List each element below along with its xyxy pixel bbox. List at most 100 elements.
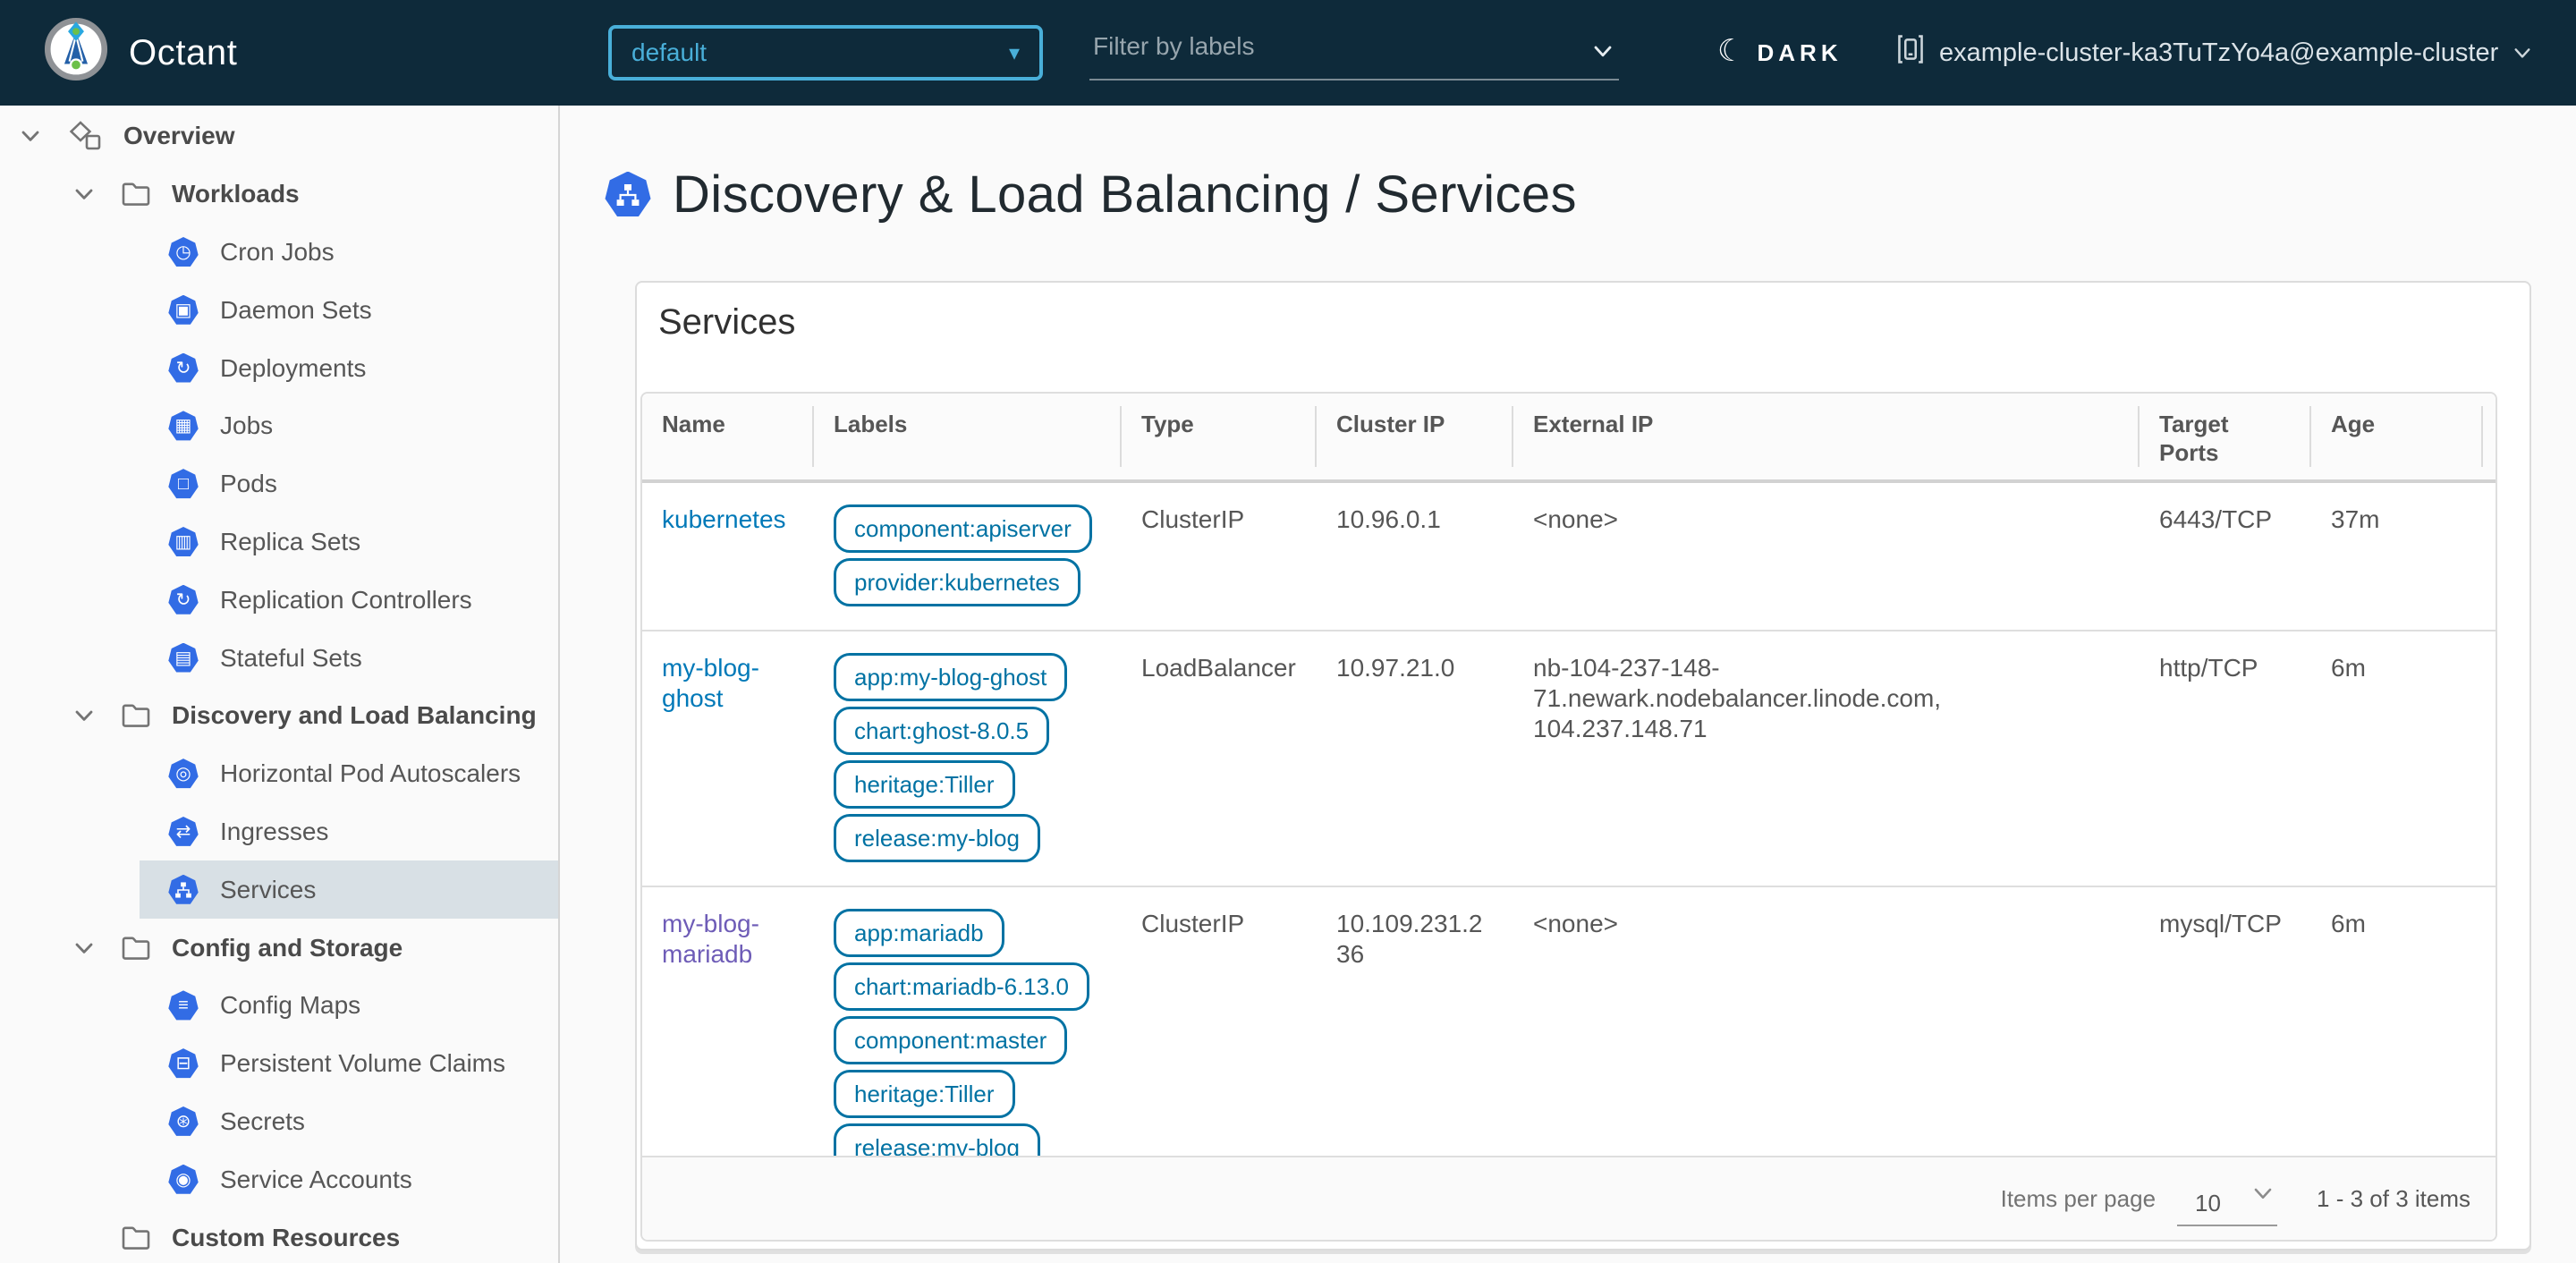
page-title: Discovery & Load Balancing / Services [673,165,1577,224]
sidebar-item-cron-jobs[interactable]: ◷ Cron Jobs [0,224,558,282]
app-title: Octant [129,32,238,72]
sidebar-item-service-accounts[interactable]: ◉ Service Accounts [0,1150,558,1208]
sidebar-item-label: Daemon Sets [220,295,372,324]
sidebar-item-ingresses[interactable]: ⇄ Ingresses [0,803,558,861]
sidebar-item-replication-controllers[interactable]: ↻ Replication Controllers [0,571,558,629]
service-name-link[interactable]: my-blog-ghost [662,654,759,712]
name-cell: kubernetes [642,483,814,630]
sidebar-item-overview[interactable]: Overview [0,107,558,165]
label-pill[interactable]: heritage:Tiller [834,1070,1015,1118]
chevron-down-icon [2252,1182,2274,1210]
sidebar-item-label: Ingresses [220,817,329,845]
sidebar-item-label: Config Maps [220,991,361,1020]
sidebar-item-workloads[interactable]: Workloads [0,165,558,224]
dark-mode-toggle[interactable]: ☾ DARK [1717,0,1843,106]
secrets-icon: ⊛ [168,1106,199,1137]
chevron-down-icon[interactable] [1590,38,1615,71]
chevron-down-icon[interactable] [72,937,97,959]
label-pill[interactable]: chart:mariadb-6.13.0 [834,962,1089,1011]
jobs-icon: ▦ [168,411,199,441]
sidebar-item-services[interactable]: Services [0,860,558,920]
sidebar-item-config-maps[interactable]: ≡ Config Maps [0,977,558,1035]
labels-cell: component:apiserver provider:kubernetes [814,483,1122,630]
chevron-down-icon[interactable] [72,183,97,205]
column-header-age: Age [2311,394,2483,479]
sidebar-item-discovery-and-load-balancing[interactable]: Discovery and Load Balancing [0,687,558,745]
chevron-down-icon [2512,37,2532,70]
sidebar-item-jobs[interactable]: ▦ Jobs [0,397,558,455]
sidebar-item-daemon-sets[interactable]: ▣ Daemon Sets [0,281,558,339]
external-ip-cell: nb-104-237-148-71.newark.nodebalancer.li… [1533,654,1942,742]
type-cell: ClusterIP [1141,910,1245,937]
cluster-context-selector[interactable]: example-cluster-ka3TuTzYo4a@example-clus… [1896,0,2532,106]
labels-cell: app:my-blog-ghost chart:ghost-8.0.5 herita… [814,632,1122,886]
items-per-page-select[interactable]: 10 [2177,1182,2278,1226]
cluster-ip-cell: 10.109.231.236 [1336,910,1483,968]
caret-down-icon: ▾ [1008,40,1020,65]
service-accounts-icon: ◉ [168,1164,199,1195]
labels-cell: app:mariadb chart:mariadb-6.13.0 component… [814,887,1122,1195]
folder-icon [122,936,150,961]
cluster-ip-cell: 10.97.21.0 [1336,654,1455,682]
deployments-icon: ↻ [168,352,199,384]
sidebar-item-label: Replication Controllers [220,585,472,614]
chevron-down-icon[interactable] [18,125,43,147]
column-header-cluster-ip: Cluster IP [1317,394,1513,479]
sidebar-item-horizontal-pod-autoscalers[interactable]: ◎ Horizontal Pod Autoscalers [0,745,558,803]
chevron-down-icon[interactable] [72,705,97,726]
label-pill[interactable]: app:my-blog-ghost [834,653,1068,701]
service-name-link[interactable]: my-blog-mariadb [662,910,759,968]
namespace-value: default [631,38,708,66]
label-pill[interactable]: provider:kubernetes [834,558,1080,606]
sidebar-item-config-and-storage[interactable]: Config and Storage [0,919,558,977]
target-ports-cell: mysql/TCP [2159,910,2282,937]
services-table: Name Labels Type Cluster IP External IP Targe… [640,392,2497,1242]
label-filter-input[interactable] [1089,21,1576,61]
sidebar-item-persistent-volume-claims[interactable]: ⊟ Persistent Volume Claims [0,1035,558,1093]
persistent-volume-claims-icon: ⊟ [168,1048,199,1079]
sidebar-item-stateful-sets[interactable]: ▤ Stateful Sets [0,629,558,687]
target-ports-cell: 6443/TCP [2159,505,2273,533]
external-ip-cell: <none> [1533,910,1618,937]
label-pill[interactable]: app:mariadb [834,909,1004,957]
column-header-filler [2483,394,2521,479]
config-maps-icon: ≡ [168,990,199,1021]
stateful-sets-icon: ▤ [168,642,199,674]
cron-jobs-icon: ◷ [168,236,199,267]
target-ports-cell: http/TCP [2159,654,2258,682]
sidebar-item-replica-sets[interactable]: ▥ Replica Sets [0,513,558,572]
sidebar-item-custom-resources[interactable]: Custom Resources [0,1208,558,1263]
age-cell: 37m [2331,505,2380,533]
sidebar-item-label: Pods [220,470,277,498]
sidebar-item-deployments[interactable]: ↻ Deployments [0,339,558,397]
label-pill[interactable]: component:apiserver [834,504,1092,553]
sidebar-item-label: Custom Resources [172,1223,401,1251]
filler-cell [2483,483,2521,630]
name-cell: my-blog-mariadb [642,887,814,1195]
sidebar-item-label: Persistent Volume Claims [220,1049,506,1078]
label-pill[interactable]: chart:ghost-8.0.5 [834,707,1050,755]
type-cell: ClusterIP [1141,505,1245,533]
sidebar-item-pods[interactable]: □ Pods [0,455,558,513]
table-footer: Items per page 10 1 - 3 of 3 items [642,1156,2496,1240]
sidebar-item-label: Cron Jobs [220,237,335,266]
service-name-link[interactable]: kubernetes [662,505,786,533]
sidebar-item-label: Replica Sets [220,527,361,555]
namespace-dropdown[interactable]: default ▾ [608,25,1043,81]
services-icon [605,171,651,216]
context-label: example-cluster-ka3TuTzYo4a@example-clus… [1939,38,2499,67]
card-title: Services [658,302,796,342]
column-header-labels: Labels [814,394,1122,479]
table-row: kubernetes component:apiserver provider:ku… [642,483,2496,630]
label-pill[interactable]: release:my-blog [834,814,1040,862]
label-pill[interactable]: component:master [834,1016,1068,1064]
sidebar-item-label: Jobs [220,411,274,440]
brand[interactable]: Octant [43,0,237,106]
services-card: Services Name Labels Type Cluster IP Externa… [635,281,2531,1250]
label-pill[interactable]: heritage:Tiller [834,760,1015,809]
folder-icon [122,1225,150,1250]
pagination-range: 1 - 3 of 3 items [2317,1184,2470,1212]
sidebar-item-secrets[interactable]: ⊛ Secrets [0,1093,558,1151]
services-icon [168,874,199,905]
label-filter [1089,21,1619,81]
